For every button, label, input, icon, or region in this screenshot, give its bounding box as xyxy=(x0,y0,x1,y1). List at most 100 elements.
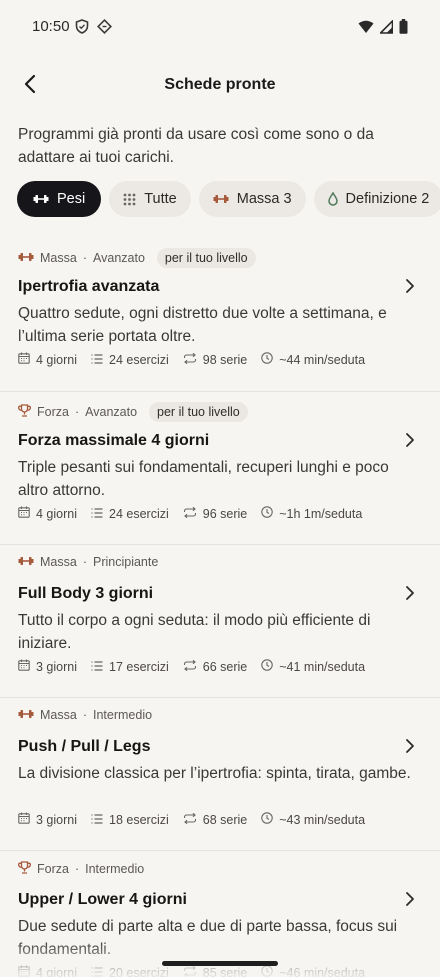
card-days: 3 giorni xyxy=(36,812,77,827)
trophy-icon xyxy=(18,404,31,420)
card-level: Intermedio xyxy=(85,862,145,876)
card-duration: ~46 min/seduta xyxy=(279,965,366,977)
program-card[interactable]: Massa · Principiante Full Body 3 giorni … xyxy=(0,544,440,697)
chevron-right-icon xyxy=(402,430,418,450)
card-title: Full Body 3 giorni xyxy=(18,585,154,602)
status-time: 10:50 xyxy=(32,18,70,35)
calendar-icon xyxy=(18,352,30,367)
card-sets: 68 serie xyxy=(202,812,248,827)
card-level: Avanzato xyxy=(85,405,138,419)
card-days: 3 giorni xyxy=(36,659,77,674)
drop-icon xyxy=(327,192,338,206)
program-card[interactable]: Massa · Avanzato per il tuo livello Iper… xyxy=(0,238,440,391)
card-stats: 4 giorni 24 esercizi 96 serie ~1h 1m/sed… xyxy=(18,506,376,521)
chip-tutte[interactable]: Tutte xyxy=(109,181,191,217)
page-title: Schede pronte xyxy=(164,76,276,93)
card-meta: Massa · Avanzato per il tuo livello xyxy=(18,248,256,268)
dumbbell-icon xyxy=(33,194,49,204)
card-stats: 4 giorni 20 esercizi 85 serie ~46 min/se… xyxy=(18,965,379,977)
clock-icon xyxy=(261,659,273,674)
card-title: Forza massimale 4 giorni xyxy=(18,432,210,449)
list-icon xyxy=(91,966,103,977)
card-stats: 3 giorni 18 esercizi 68 serie ~43 min/se… xyxy=(18,812,379,827)
card-days: 4 giorni xyxy=(36,965,77,977)
status-bar: 10:50 xyxy=(0,0,440,56)
calendar-icon xyxy=(18,506,30,521)
program-card[interactable]: Massa · Intermedio Push / Pull / Legs La… xyxy=(0,697,440,850)
repeat-icon xyxy=(183,965,197,977)
chip-pesi[interactable]: Pesi xyxy=(17,181,102,217)
chip-massa[interactable]: Massa 3 xyxy=(198,181,306,217)
chip-label: Pesi xyxy=(57,191,86,207)
card-sets: 85 serie xyxy=(202,965,248,977)
card-exercises: 20 esercizi xyxy=(109,965,169,977)
list-icon xyxy=(91,353,103,367)
card-level: Avanzato xyxy=(93,251,145,265)
dumbbell-icon xyxy=(18,251,34,265)
repeat-icon xyxy=(183,659,197,674)
grid-icon xyxy=(123,193,136,206)
chip-label: Tutte xyxy=(144,191,177,207)
calendar-icon xyxy=(18,659,30,674)
app-header: Schede pronte xyxy=(0,62,440,110)
card-exercises: 18 esercizi xyxy=(109,812,169,827)
chevron-right-icon xyxy=(402,889,418,909)
card-title: Upper / Lower 4 giorni xyxy=(18,891,187,908)
card-meta: Massa · Principiante xyxy=(18,555,158,569)
repeat-icon xyxy=(183,352,197,367)
dumbbell-icon xyxy=(18,555,34,569)
card-description: Triple pesanti sui fondamentali, recuper… xyxy=(18,459,389,499)
card-category: Massa xyxy=(40,251,77,265)
card-sets: 66 serie xyxy=(202,659,248,674)
card-description: La divisione classica per l’ipertrofia: … xyxy=(18,765,411,782)
gesture-nav-bar[interactable] xyxy=(162,961,278,966)
program-card[interactable]: Forza · Avanzato per il tuo livello Forz… xyxy=(0,391,440,544)
program-list: Massa · Avanzato per il tuo livello Iper… xyxy=(0,238,440,977)
card-days: 4 giorni xyxy=(36,506,77,521)
card-stats: 3 giorni 17 esercizi 66 serie ~41 min/se… xyxy=(18,659,379,674)
filter-chips: Pesi Tutte Massa 3 Definizione 2 xyxy=(17,181,440,217)
shield-icon xyxy=(75,19,89,39)
card-title: Push / Pull / Legs xyxy=(18,738,151,755)
calendar-icon xyxy=(18,812,30,827)
card-level: Principiante xyxy=(93,555,159,569)
signal-icon xyxy=(378,18,394,39)
clock-icon xyxy=(261,812,273,827)
wifi-icon xyxy=(358,20,374,39)
card-duration: ~41 min/seduta xyxy=(279,659,366,674)
program-card[interactable]: Forza · Intermedio Upper / Lower 4 giorn… xyxy=(0,850,440,977)
card-description: Due sedute di parte alta e due di parte … xyxy=(18,918,398,958)
chevron-right-icon xyxy=(402,583,418,603)
card-meta: Forza · Intermedio xyxy=(18,861,144,877)
repeat-icon xyxy=(183,506,197,521)
trophy-icon xyxy=(18,861,31,877)
card-description: Tutto il corpo a ogni seduta: il modo pi… xyxy=(18,612,371,652)
card-sets: 96 serie xyxy=(202,506,248,521)
card-title: Ipertrofia avanzata xyxy=(18,278,160,295)
chip-label: Definizione 2 xyxy=(345,191,430,207)
calendar-icon xyxy=(18,965,30,977)
list-icon xyxy=(91,660,103,674)
card-days: 4 giorni xyxy=(36,352,77,367)
chip-definizione[interactable]: Definizione 2 xyxy=(313,181,440,217)
dumbbell-icon xyxy=(18,708,34,722)
list-icon xyxy=(91,813,103,827)
repeat-icon xyxy=(183,812,197,827)
sync-diamond-icon xyxy=(97,19,112,39)
clock-icon xyxy=(261,352,273,367)
chevron-right-icon xyxy=(402,736,418,756)
card-sets: 98 serie xyxy=(202,352,248,367)
chevron-right-icon xyxy=(402,276,418,296)
card-category: Massa xyxy=(40,708,77,722)
card-duration: ~44 min/seduta xyxy=(279,352,366,367)
card-meta: Forza · Avanzato per il tuo livello xyxy=(18,402,248,422)
level-badge: per il tuo livello xyxy=(156,248,256,268)
dumbbell-icon xyxy=(213,194,229,204)
card-exercises: 17 esercizi xyxy=(109,659,169,674)
card-exercises: 24 esercizi xyxy=(109,352,169,367)
level-badge: per il tuo livello xyxy=(149,402,248,422)
chip-label: Massa 3 xyxy=(236,191,292,207)
clock-icon xyxy=(261,965,273,977)
card-exercises: 24 esercizi xyxy=(109,506,169,521)
card-category: Forza xyxy=(37,405,69,419)
